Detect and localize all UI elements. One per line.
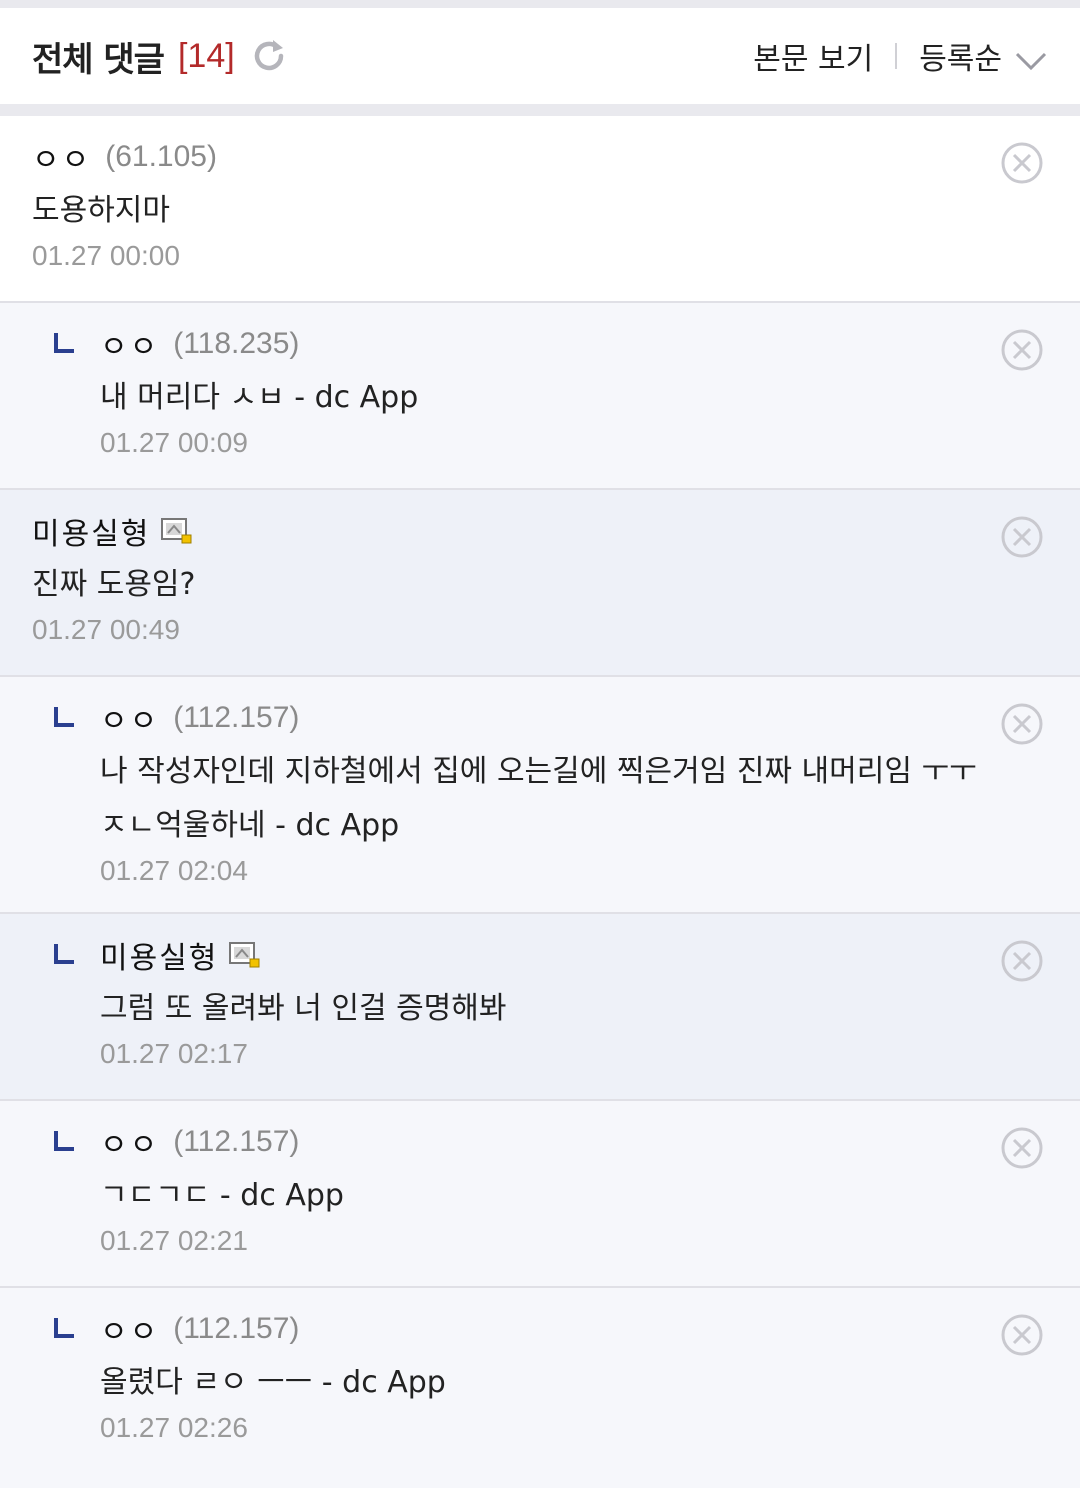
comment-date: 01.27 02:26	[100, 1412, 248, 1443]
comment-nickname[interactable]: ㅇㅇ	[100, 1307, 159, 1351]
comment-reply-item: ㅇㅇ (118.235) 내 머리다 ㅅㅂ - dc App 01.27 00:…	[0, 303, 1080, 490]
comment-text: 그럼 또 올려봐 너 인걸 증명해봐	[100, 991, 507, 1026]
gallog-icon[interactable]	[228, 941, 262, 969]
comment-date: 01.27 00:00	[32, 240, 180, 271]
delete-icon[interactable]	[1000, 702, 1044, 746]
delete-icon[interactable]	[1000, 515, 1044, 559]
comments-count: [14]	[177, 36, 235, 75]
gallog-icon[interactable]	[160, 517, 194, 545]
refresh-icon[interactable]	[249, 36, 289, 76]
comment-date: 01.27 02:17	[100, 1038, 248, 1069]
comment-ip: (112.157)	[173, 701, 300, 734]
comment-reply-item: ㅇㅇ (112.157) 올렸다 ㄹㅇ ㅡㅡ - dc App 01.27 02…	[0, 1288, 1080, 1488]
comment-reply-item: ㅇㅇ (112.157) ㄱㄷㄱㄷ - dc App 01.27 02:21	[0, 1101, 1080, 1288]
comment-nickname[interactable]: ㅇㅇ	[100, 1120, 159, 1164]
comment-reply-item: 미용실형 그럼 또 올려봐 너 인걸 증명해봐 01.27 02:17	[0, 914, 1080, 1101]
view-post-button[interactable]: 본문 보기	[753, 34, 873, 78]
chevron-down-icon	[1014, 45, 1048, 71]
header-right: 본문 보기 등록순	[753, 34, 1048, 78]
comment-reply-item: ㅇㅇ (112.157) 나 작성자인데 지하철에서 집에 오는길에 찍은거임 …	[0, 677, 1080, 914]
comment-nickname[interactable]: ㅇㅇ	[100, 696, 159, 740]
comment-item: ㅇㅇ (61.105) 도용하지마 01.27 00:00	[0, 116, 1080, 303]
comment-date: 01.27 02:21	[100, 1225, 248, 1256]
comments-title: 전체 댓글	[32, 39, 165, 80]
comment-date: 01.27 00:09	[100, 427, 248, 458]
comment-text: 올렸다 ㄹㅇ ㅡㅡ - dc App	[100, 1365, 446, 1400]
delete-icon[interactable]	[1000, 141, 1044, 185]
comment-nickname[interactable]: 미용실형	[100, 933, 218, 977]
sort-label: 등록순	[919, 42, 1002, 77]
comment-text: ㄱㄷㄱㄷ - dc App	[100, 1178, 344, 1213]
comment-nickname[interactable]: 미용실형	[32, 509, 150, 553]
comment-text: 나 작성자인데 지하철에서 집에 오는길에 찍은거임 진짜 내머리임 ㅜㅜ ㅈㄴ…	[100, 754, 977, 843]
delete-icon[interactable]	[1000, 939, 1044, 983]
top-strip	[0, 0, 1080, 8]
comment-ip: (61.105)	[105, 140, 217, 173]
divider	[895, 43, 898, 69]
header-gap	[0, 104, 1080, 116]
delete-icon[interactable]	[1000, 1313, 1044, 1357]
comment-date: 01.27 02:04	[100, 855, 248, 886]
reply-indicator-icon	[54, 1318, 74, 1338]
reply-indicator-icon	[54, 944, 74, 964]
delete-icon[interactable]	[1000, 1126, 1044, 1170]
comment-nickname[interactable]: ㅇㅇ	[32, 135, 91, 179]
sort-dropdown[interactable]: 등록순	[919, 34, 1048, 78]
reply-indicator-icon	[54, 333, 74, 353]
comment-text: 내 머리다 ㅅㅂ - dc App	[100, 380, 419, 415]
comment-list: ㅇㅇ (61.105) 도용하지마 01.27 00:00 ㅇㅇ (118.23…	[0, 116, 1080, 1488]
comment-ip: (112.157)	[173, 1312, 300, 1345]
comment-ip: (118.235)	[173, 327, 300, 360]
comment-date: 01.27 00:49	[32, 614, 180, 645]
comment-text: 도용하지마	[32, 193, 170, 228]
reply-indicator-icon	[54, 707, 74, 727]
comments-header: 전체 댓글 [14] 본문 보기 등록순	[0, 8, 1080, 104]
comment-ip: (112.157)	[173, 1125, 300, 1158]
comment-item: 미용실형 진짜 도용임? 01.27 00:49	[0, 490, 1080, 677]
reply-indicator-icon	[54, 1131, 74, 1151]
comment-text: 진짜 도용임?	[32, 567, 196, 602]
comment-nickname[interactable]: ㅇㅇ	[100, 322, 159, 366]
delete-icon[interactable]	[1000, 328, 1044, 372]
